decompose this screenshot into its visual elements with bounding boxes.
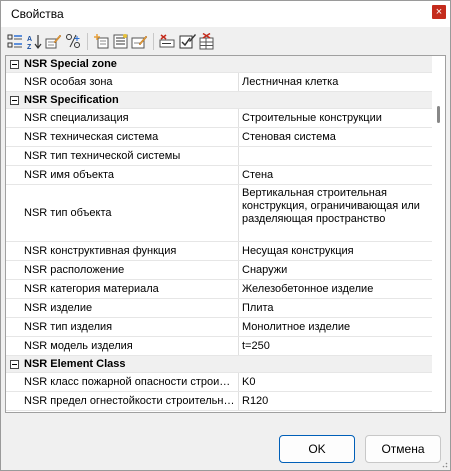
edit-value-icon[interactable]	[131, 33, 148, 50]
property-name: NSR имя объекта	[24, 169, 115, 181]
collapse-icon[interactable]	[6, 92, 23, 109]
property-name: NSR тип технической системы	[24, 150, 181, 162]
property-name-cell: NSR изделие	[6, 299, 239, 317]
property-name: NSR категория материала	[24, 283, 159, 295]
property-name-cell: NSR класс пожарной опасности строител...	[6, 373, 239, 391]
scrollbar-thumb[interactable]	[437, 106, 440, 123]
property-row[interactable]: NSR конструктивная функция Несущая констр…	[6, 242, 433, 261]
property-name-cell: NSR тип объекта	[6, 185, 239, 241]
properties-dialog: Свойства × A Z NSR Special zone NSR особ…	[0, 0, 451, 471]
property-name: NSR изделие	[24, 302, 93, 314]
group-name: NSR Special zone	[24, 58, 117, 70]
property-name-cell: NSR расположение	[6, 261, 239, 279]
toolbar-separator	[87, 33, 88, 50]
collapse-icon[interactable]	[6, 356, 23, 373]
group-name: NSR Element Class	[24, 358, 126, 370]
property-name-cell: NSR тип изделия	[6, 318, 239, 336]
property-row[interactable]: NSR имя объекта Стена	[6, 166, 433, 185]
property-name-cell: NSR конструктивная функция	[6, 242, 239, 260]
property-row[interactable]: NSR тип технической системы	[6, 147, 433, 166]
minus-box-icon	[10, 60, 19, 69]
toolbar: A Z	[1, 27, 450, 55]
property-value[interactable]: Лестничная клетка	[239, 73, 433, 91]
group-header[interactable]: NSR Special zone	[6, 56, 433, 73]
property-name: NSR класс пожарной опасности строител...	[24, 376, 235, 388]
group-name: NSR Specification	[24, 94, 119, 106]
categorized-view-icon[interactable]	[7, 33, 24, 50]
cancel-button[interactable]: Отмена	[365, 435, 441, 463]
property-value[interactable]: Монолитное изделие	[239, 318, 433, 336]
add-property-icon[interactable]	[93, 33, 110, 50]
property-name-cell: NSR тип технической системы	[6, 147, 239, 165]
property-name: NSR специализация	[24, 112, 129, 124]
property-row[interactable]: NSR предел огнестойкости строительных ..…	[6, 392, 433, 411]
property-value[interactable]: Железобетонное изделие	[239, 280, 433, 298]
property-grid[interactable]: NSR Special zone NSR особая зона Лестнична…	[5, 55, 446, 413]
svg-text:Z: Z	[27, 44, 32, 50]
alphabetical-sort-icon[interactable]: A Z	[26, 33, 43, 50]
resize-grip-icon[interactable]	[440, 460, 448, 468]
property-name-cell: NSR имя объекта	[6, 166, 239, 184]
property-row[interactable]: NSR модель изделия t=250	[6, 337, 433, 356]
property-row[interactable]: NSR техническая система Стеновая система	[6, 128, 433, 147]
property-value[interactable]: Плита	[239, 299, 433, 317]
table-delete-icon[interactable]	[198, 33, 215, 50]
property-name: NSR расположение	[24, 264, 125, 276]
window-title: Свойства	[11, 7, 64, 21]
minus-box-icon	[10, 96, 19, 105]
property-name-cell: NSR категория материала	[6, 280, 239, 298]
collapse-icon[interactable]	[6, 56, 23, 73]
property-value[interactable]	[239, 147, 433, 165]
property-value[interactable]: Вертикальная строительная конструкция, о…	[239, 185, 433, 241]
property-name-cell: NSR предел огнестойкости строительных ..…	[6, 392, 239, 410]
property-rows: NSR Special zone NSR особая зона Лестнична…	[6, 56, 433, 411]
property-value[interactable]: Снаружи	[239, 261, 433, 279]
property-row[interactable]: NSR специализация Строительные конструкци…	[6, 109, 433, 128]
property-value[interactable]: Стена	[239, 166, 433, 184]
property-name: NSR модель изделия	[24, 340, 133, 352]
checklist-edit-icon[interactable]	[179, 33, 196, 50]
title-bar[interactable]: Свойства ×	[1, 1, 450, 27]
property-value[interactable]: R120	[239, 392, 433, 410]
property-name-cell: NSR специализация	[6, 109, 239, 127]
property-row[interactable]: NSR особая зона Лестничная клетка	[6, 73, 433, 92]
property-row[interactable]: NSR тип объекта Вертикальная строительная…	[6, 185, 433, 242]
property-value[interactable]: t=250	[239, 337, 433, 355]
property-row[interactable]: NSR тип изделия Монолитное изделие	[6, 318, 433, 337]
property-name: NSR предел огнестойкости строительных ..…	[24, 395, 235, 407]
calculate-icon[interactable]	[65, 33, 82, 50]
property-value[interactable]: K0	[239, 373, 433, 391]
group-header[interactable]: NSR Element Class	[6, 356, 433, 373]
property-name-cell: NSR особая зона	[6, 73, 239, 91]
property-name: NSR конструктивная функция	[24, 245, 177, 257]
property-value[interactable]: Стеновая система	[239, 128, 433, 146]
property-value[interactable]: Строительные конструкции	[239, 109, 433, 127]
property-value[interactable]: Несущая конструкция	[239, 242, 433, 260]
property-name-cell: NSR техническая система	[6, 128, 239, 146]
property-list-icon[interactable]	[112, 33, 129, 50]
toolbar-separator	[153, 33, 154, 50]
property-row[interactable]: NSR класс пожарной опасности строител...…	[6, 373, 433, 392]
minus-box-icon	[10, 360, 19, 369]
svg-text:A: A	[27, 36, 32, 43]
property-row[interactable]: NSR категория материала Железобетонное из…	[6, 280, 433, 299]
property-row[interactable]: NSR изделие Плита	[6, 299, 433, 318]
property-name: NSR техническая система	[24, 131, 159, 143]
delete-property-icon[interactable]	[159, 33, 176, 50]
property-name: NSR тип изделия	[24, 321, 113, 333]
ok-button[interactable]: OK	[279, 435, 355, 463]
property-row[interactable]: NSR расположение Снаружи	[6, 261, 433, 280]
property-name: NSR тип объекта	[24, 207, 112, 219]
property-name: NSR особая зона	[24, 76, 113, 88]
vertical-scrollbar[interactable]	[432, 56, 445, 412]
close-button[interactable]: ×	[432, 5, 446, 19]
group-header[interactable]: NSR Specification	[6, 92, 433, 109]
edit-properties-icon[interactable]	[45, 33, 62, 50]
property-name-cell: NSR модель изделия	[6, 337, 239, 355]
